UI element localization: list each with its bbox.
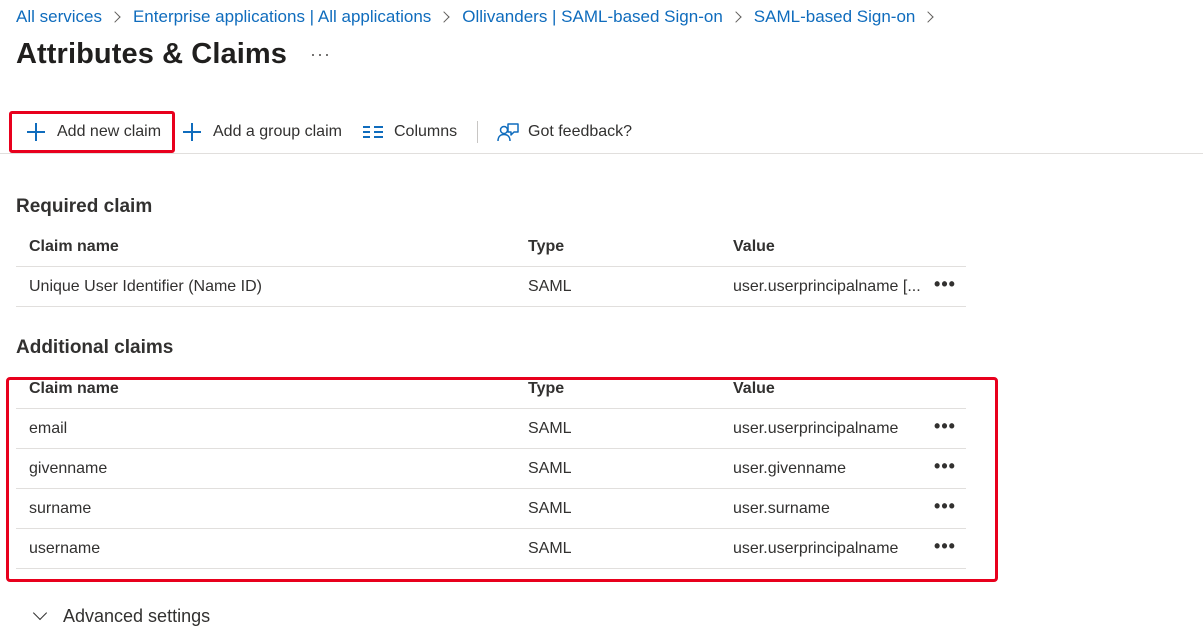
- columns-icon: [363, 122, 383, 142]
- table-header: Claim name Type Value: [16, 227, 966, 267]
- breadcrumb-all-services[interactable]: All services: [16, 7, 102, 27]
- add-group-claim-label: Add a group claim: [213, 123, 342, 140]
- more-options-icon[interactable]: ···: [310, 44, 331, 65]
- chevron-right-icon: [922, 11, 935, 23]
- advanced-settings-toggle[interactable]: Advanced settings: [32, 602, 210, 630]
- add-group-claim-button[interactable]: Add a group claim: [182, 112, 342, 152]
- column-header-claim-name[interactable]: Claim name: [29, 227, 509, 267]
- advanced-settings-label: Advanced settings: [63, 605, 211, 626]
- claim-value: user.userprincipalname [...: [733, 278, 921, 295]
- required-claim-table: Claim name Type Value Unique User Identi…: [16, 227, 966, 307]
- additional-claims-heading: Additional claims: [16, 337, 174, 358]
- chevron-right-icon: [730, 11, 742, 23]
- got-feedback-label: Got feedback?: [528, 123, 633, 140]
- row-more-options-icon[interactable]: •••: [932, 267, 958, 307]
- feedback-icon: [497, 122, 519, 142]
- toolbar-divider: [477, 121, 478, 143]
- breadcrumb-saml-sign-on[interactable]: SAML-based Sign-on: [754, 7, 916, 27]
- chevron-down-icon: [32, 605, 48, 621]
- breadcrumb: All services Enterprise applications | A…: [16, 6, 946, 28]
- command-bar: Add new claim Add a group claim Columns …: [0, 112, 1203, 154]
- claim-type: SAML: [528, 278, 572, 295]
- column-header-type[interactable]: Type: [528, 227, 708, 267]
- columns-button[interactable]: Columns: [363, 112, 457, 152]
- columns-label: Columns: [394, 123, 458, 140]
- highlight-box-add-claim: [9, 111, 175, 153]
- column-header-value[interactable]: Value: [733, 227, 929, 267]
- chevron-right-icon: [109, 11, 121, 23]
- required-claim-heading: Required claim: [16, 196, 153, 217]
- breadcrumb-ollivanders-saml[interactable]: Ollivanders | SAML-based Sign-on: [462, 7, 723, 27]
- plus-icon: [182, 122, 202, 142]
- highlight-box-additional-claims: [6, 377, 998, 582]
- breadcrumb-enterprise-applications[interactable]: Enterprise applications | All applicatio…: [133, 7, 431, 27]
- claim-name: Unique User Identifier (Name ID): [29, 278, 262, 295]
- chevron-right-icon: [438, 11, 450, 23]
- got-feedback-button[interactable]: Got feedback?: [497, 112, 632, 152]
- page-title: Attributes & Claims: [16, 38, 287, 70]
- table-row[interactable]: Unique User Identifier (Name ID) SAML us…: [16, 267, 966, 307]
